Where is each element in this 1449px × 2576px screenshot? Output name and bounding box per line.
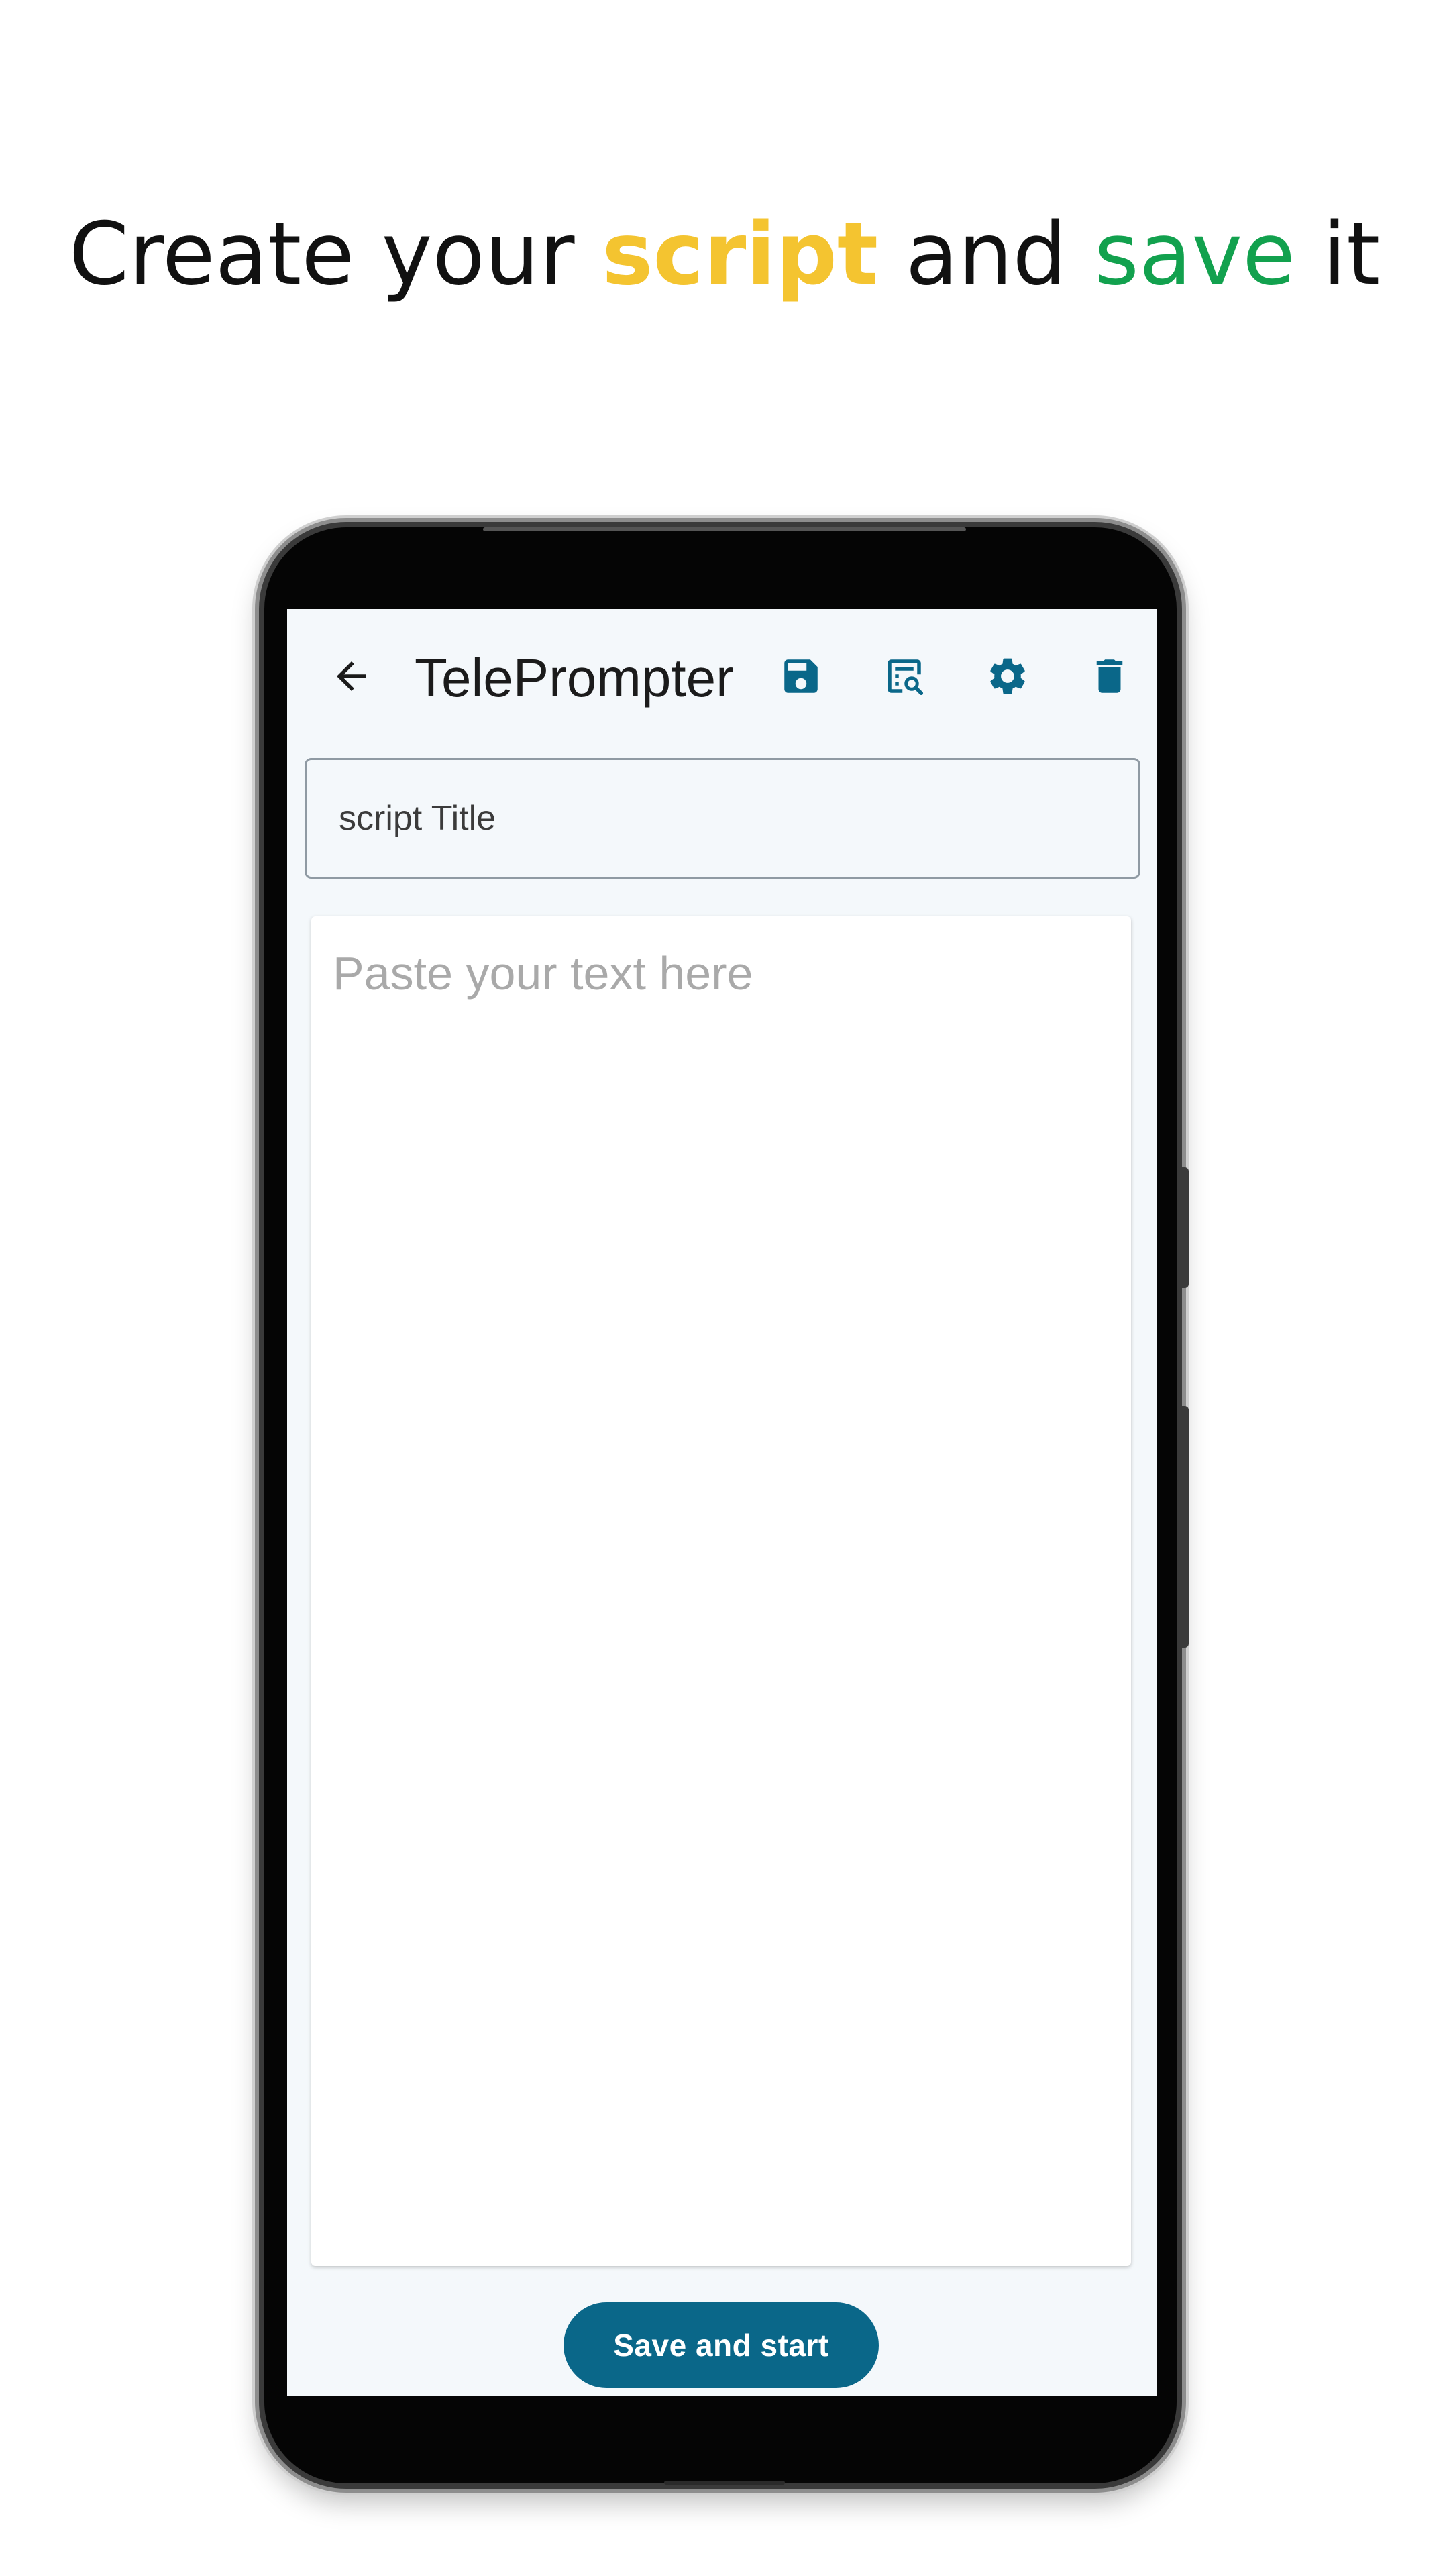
phone-side-button-volume — [1181, 1406, 1189, 1648]
save-and-start-button[interactable]: Save and start — [564, 2302, 879, 2388]
delete-trash-icon[interactable] — [1085, 652, 1134, 700]
page: Create your script and save it TelePromp… — [0, 0, 1449, 2576]
app-bar: TelePrompter — [287, 609, 1157, 743]
headline-word-script: script — [602, 205, 879, 305]
phone-side-button-power — [1181, 1167, 1189, 1288]
settings-gear-icon[interactable] — [983, 652, 1032, 700]
phone-bottom-port — [664, 2481, 785, 2485]
save-icon[interactable] — [777, 652, 825, 700]
app-title: TelePrompter — [415, 648, 734, 708]
headline: Create your script and save it — [0, 201, 1449, 309]
phone-earpiece — [483, 527, 966, 531]
script-text-area[interactable] — [311, 916, 1131, 2266]
headline-word-save: save — [1094, 205, 1295, 305]
headline-part-2: and — [878, 205, 1095, 305]
preview-icon[interactable] — [880, 652, 928, 700]
back-arrow-icon[interactable] — [327, 652, 376, 700]
app-screen: TelePrompter script Title Paste your tex… — [287, 609, 1157, 2396]
script-title-input[interactable] — [305, 758, 1140, 879]
headline-part-3: it — [1295, 205, 1381, 305]
headline-part-1: Create your — [68, 205, 602, 305]
